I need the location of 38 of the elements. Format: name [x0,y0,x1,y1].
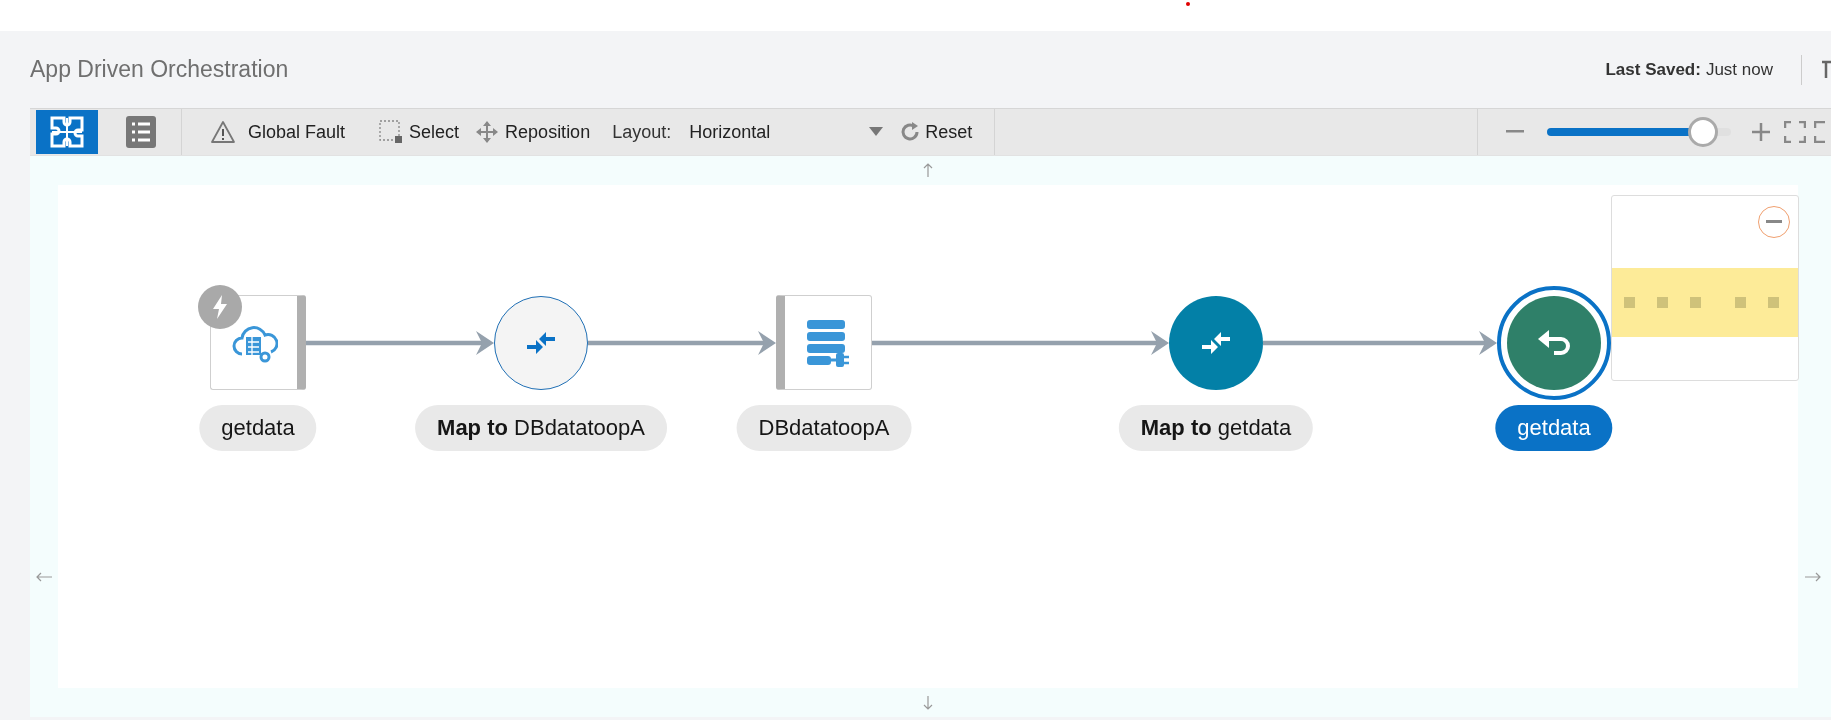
invoke-node[interactable] [776,295,872,390]
database-icon [805,317,851,368]
select-button[interactable]: Select [379,120,460,144]
pan-left-icon[interactable] [36,572,52,582]
node-label[interactable]: getdata [1495,405,1613,451]
page-title: App Driven Orchestration [30,56,290,83]
caret-icon [869,127,884,137]
node-label[interactable]: DBdatatoopA [736,405,912,451]
minus-icon [1766,220,1782,224]
collapse-button[interactable] [1758,206,1790,238]
fit-screen-icon[interactable] [1784,121,1806,143]
pan-right-icon[interactable] [1805,572,1821,582]
lightning-icon [212,295,228,319]
zoom-in-icon[interactable] [1752,123,1770,141]
move-icon [475,120,500,144]
diagram-view-tab[interactable] [36,110,98,154]
expand-icon[interactable] [1814,121,1826,143]
last-saved-value: Just now [1705,59,1773,80]
node-label[interactable]: getdata [199,405,317,451]
layout-dropdown[interactable]: Horizontal [689,110,886,154]
pan-up-icon[interactable] [923,163,933,177]
reposition-button[interactable]: Reposition [475,120,591,144]
node-label[interactable]: Map to getdata [1118,405,1314,451]
zoom-out-icon[interactable] [1506,130,1524,134]
puzzle-icon [50,116,84,148]
warning-icon [210,120,236,144]
indicator-dot [1186,2,1190,6]
reset-button[interactable]: Reset [899,121,973,143]
node-label[interactable]: Map to DBdatatoopA [415,405,667,451]
selection-icon [379,120,404,144]
last-saved-label: Last Saved: [1605,59,1701,80]
global-fault-button[interactable]: Global Fault [210,120,346,144]
minimap[interactable] [1611,195,1799,381]
pan-down-icon[interactable] [923,696,933,710]
slider-thumb[interactable] [1688,117,1719,147]
list-icon [126,116,156,148]
layout-label: Layout: [612,121,672,143]
return-arrow-icon [1536,328,1572,358]
